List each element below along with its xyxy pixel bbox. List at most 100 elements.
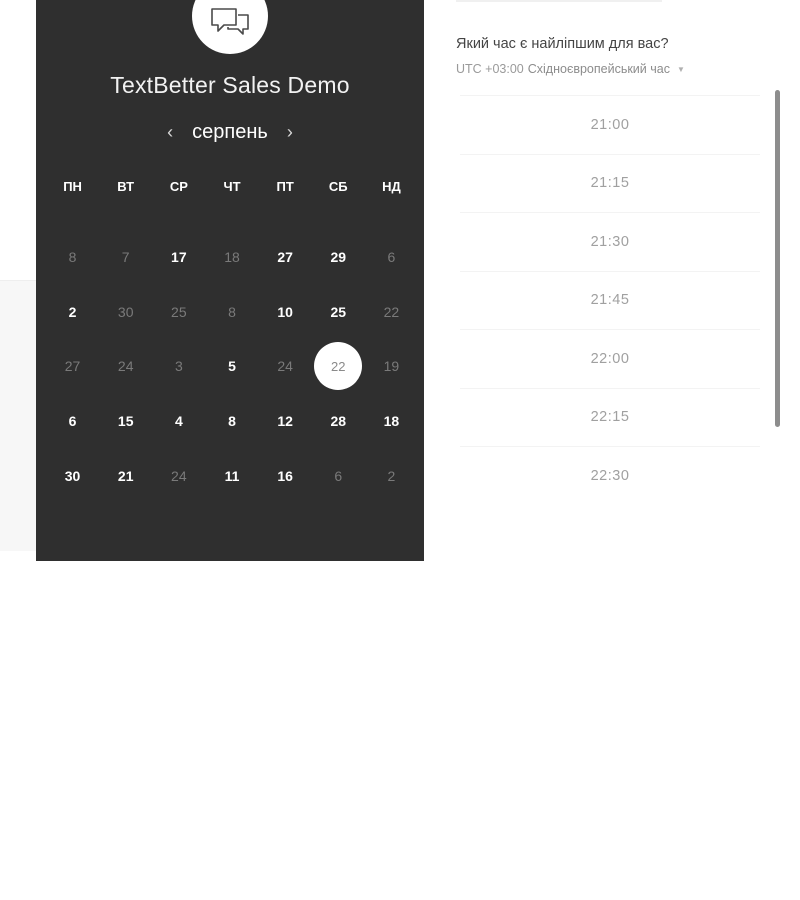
calendar-day-number: 24 xyxy=(117,358,134,375)
weekday-label: СБ xyxy=(328,179,348,194)
background-band xyxy=(0,280,36,551)
calendar-day-number: 21 xyxy=(117,467,134,484)
calendar-day-number: 29 xyxy=(330,249,347,266)
calendar-day[interactable]: 29 xyxy=(312,230,365,285)
calendar-day-number: 5 xyxy=(228,358,236,375)
calendar-day-selected[interactable]: 22 xyxy=(312,339,365,394)
calendar-day[interactable]: 5 xyxy=(205,339,258,394)
scrollbar[interactable] xyxy=(775,90,780,427)
calendar-day-number: 15 xyxy=(117,413,134,430)
time-slot[interactable]: 21:00 xyxy=(460,95,760,154)
timezone-name: Східноєвропейський час xyxy=(527,62,670,76)
calendar-day-number: 2 xyxy=(387,467,396,484)
calendar-day-number: 22 xyxy=(314,342,363,391)
calendar-day-number: 4 xyxy=(174,413,183,430)
calendar-grid: 8 7 17 18 27 29 6 2 30 25 8 10 25 22 27 24 3 5 24 22 19 6 15 4 8… xyxy=(46,230,418,503)
weekday-label: ПТ xyxy=(276,179,294,194)
calendar-day-number: 18 xyxy=(383,413,400,430)
weekday-label: СР xyxy=(169,179,188,194)
calendar-day: 6 xyxy=(365,230,418,285)
time-slot[interactable]: 22:30 xyxy=(460,446,760,505)
calendar-day: 27 xyxy=(46,339,99,394)
calendar-day-number: 28 xyxy=(330,413,347,430)
calendar-day-number: 18 xyxy=(224,249,240,266)
time-question: Який час є найліпшим для вас? xyxy=(456,36,669,52)
calendar-day-number: 12 xyxy=(277,413,293,430)
calendar-day-number: 24 xyxy=(277,358,293,375)
calendar-day: 24 xyxy=(99,339,152,394)
time-slot[interactable]: 21:15 xyxy=(460,153,760,213)
weekday-label: ВТ xyxy=(117,179,135,194)
calendar-day[interactable]: 16 xyxy=(259,448,312,503)
calendar-day[interactable]: 8 xyxy=(205,394,258,449)
time-slot[interactable]: 21:45 xyxy=(460,270,760,330)
calendar-day: 18 xyxy=(205,230,258,285)
time-picker-panel: Який час є найліпшим для вас? UTC +03:00… xyxy=(456,0,776,600)
calendar-day-number: 8 xyxy=(228,303,236,320)
calendar-day: 22 xyxy=(365,285,418,340)
event-panel: TextBetter Sales Demo ‹ серпень › ПН ВТ … xyxy=(36,0,424,561)
calendar-day: 25 xyxy=(152,285,205,340)
calendar-day[interactable]: 27 xyxy=(259,230,312,285)
calendar-day-number: 24 xyxy=(171,467,187,484)
time-slot[interactable]: 22:15 xyxy=(460,387,760,447)
calendar-day-number: 8 xyxy=(228,413,236,430)
calendar-day-number: 6 xyxy=(68,413,77,430)
calendar-day-number: 8 xyxy=(68,249,77,266)
calendar-day[interactable]: 12 xyxy=(259,394,312,449)
calendar-day-number: 3 xyxy=(174,358,183,375)
calendar-day[interactable]: 18 xyxy=(365,394,418,449)
time-slot-list: 21:00 21:15 21:30 21:45 22:00 22:15 22:3… xyxy=(460,95,760,505)
calendar-day[interactable]: 17 xyxy=(152,230,205,285)
timezone-offset: UTC +03:00 xyxy=(456,62,524,76)
weekday-header: ПН ВТ СР ЧТ ПТ СБ НД xyxy=(46,179,418,194)
event-title: TextBetter Sales Demo xyxy=(110,72,350,98)
calendar-day: 6 xyxy=(312,448,365,503)
time-slot[interactable]: 22:00 xyxy=(460,329,760,388)
calendar-day-number: 6 xyxy=(334,467,343,484)
calendar-day: 19 xyxy=(365,339,418,394)
calendar-day-number: 7 xyxy=(121,249,130,266)
calendar-day[interactable]: 15 xyxy=(99,394,152,449)
chevron-down-icon: ▼ xyxy=(676,64,685,74)
calendar-day: 2 xyxy=(365,448,418,503)
time-slot[interactable]: 21:30 xyxy=(460,212,760,271)
calendar-day-number: 22 xyxy=(383,303,400,320)
calendar-day[interactable]: 11 xyxy=(205,448,258,503)
calendar-day[interactable]: 21 xyxy=(99,448,152,503)
calendar-day[interactable]: 6 xyxy=(46,394,99,449)
weekday-label: ПН xyxy=(63,179,82,194)
calendar-day: 24 xyxy=(259,339,312,394)
calendar-day-number: 6 xyxy=(387,249,396,266)
calendar-day-number: 27 xyxy=(277,249,293,266)
next-month-icon[interactable]: › xyxy=(282,121,298,143)
calendar-day-number: 30 xyxy=(117,303,134,320)
calendar-day-number: 30 xyxy=(64,467,81,484)
calendar-day-number: 2 xyxy=(68,303,77,320)
weekday-label: ЧТ xyxy=(223,179,241,194)
calendar-day-number: 25 xyxy=(171,303,187,320)
calendar-day-number: 27 xyxy=(64,358,81,375)
calendar-day[interactable]: 10 xyxy=(259,285,312,340)
month-label: серпень xyxy=(192,120,268,143)
calendar-day-number: 10 xyxy=(277,303,293,320)
calendar-day[interactable]: 25 xyxy=(312,285,365,340)
calendar-day[interactable]: 4 xyxy=(152,394,205,449)
calendar-day-number: 11 xyxy=(224,467,240,484)
calendar-day[interactable]: 28 xyxy=(312,394,365,449)
calendar-day[interactable]: 2 xyxy=(46,285,99,340)
calendar-day: 8 xyxy=(205,285,258,340)
month-navigation: ‹ серпень › xyxy=(36,118,424,146)
timezone-selector[interactable]: UTC +03:00 Східноєвропейський час ▼ xyxy=(456,62,685,76)
calendar-day[interactable]: 30 xyxy=(46,448,99,503)
calendar-day: 24 xyxy=(152,448,205,503)
calendar-day-number: 25 xyxy=(330,303,347,320)
calendar-day: 8 xyxy=(46,230,99,285)
prev-month-icon[interactable]: ‹ xyxy=(162,121,178,143)
chat-bubbles-icon xyxy=(211,8,249,35)
calendar-day: 30 xyxy=(99,285,152,340)
calendar-day: 7 xyxy=(99,230,152,285)
calendar-day-number: 17 xyxy=(171,249,187,266)
divider xyxy=(456,0,662,2)
calendar-day-number: 19 xyxy=(383,358,400,375)
